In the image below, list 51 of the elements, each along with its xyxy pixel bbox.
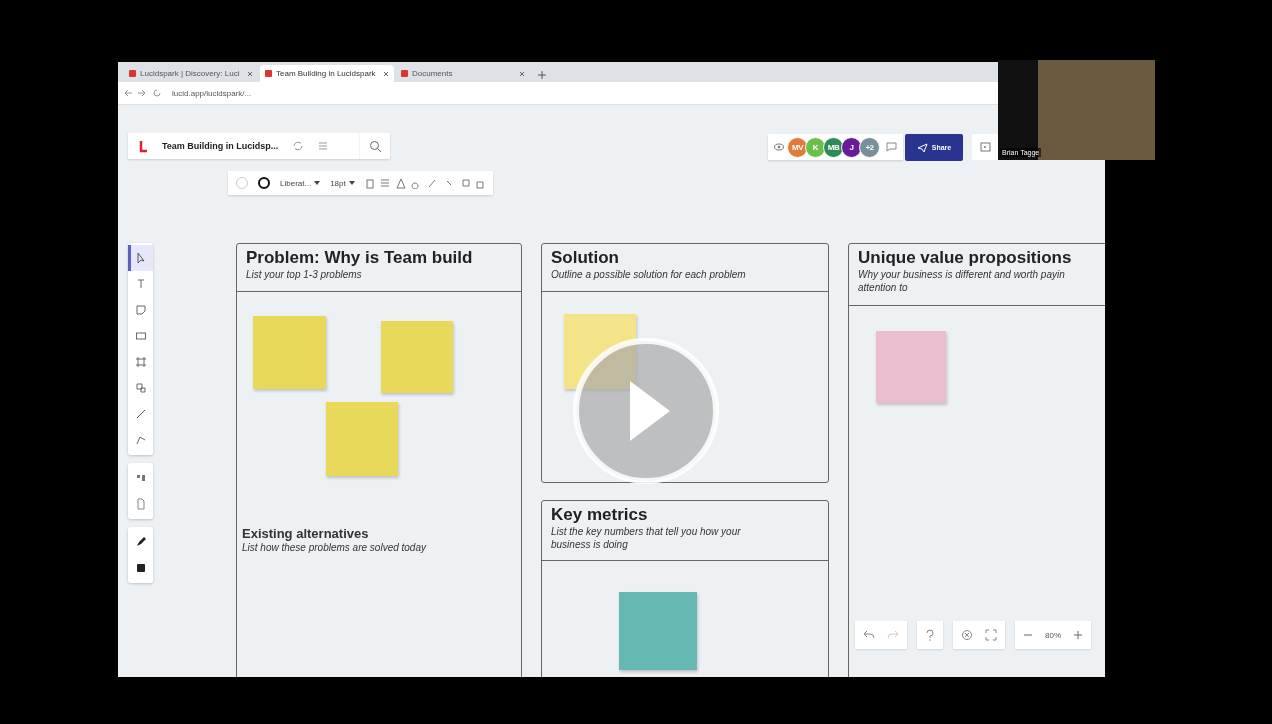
- frame-title: Key metrics: [551, 505, 649, 525]
- border-style-icon[interactable]: [258, 177, 270, 189]
- browser-tab[interactable]: Team Building in Lucidspark: [260, 65, 394, 82]
- formatting-icons-drawing[interactable]: [364, 177, 485, 189]
- send-icon: [916, 142, 928, 153]
- frame-subtitle: Why your business is different and worth payin: [858, 268, 1066, 281]
- close-icon[interactable]: [519, 70, 525, 77]
- help-icon: [925, 629, 935, 641]
- play-button-icon[interactable]: [572, 337, 720, 485]
- font-dropdown[interactable]: Liberat...: [280, 178, 321, 188]
- logo-icon: [138, 139, 148, 153]
- close-icon[interactable]: [383, 70, 389, 77]
- caret-icon: [314, 181, 321, 185]
- present-button[interactable]: [972, 134, 998, 160]
- frame-subtitle: List your top 1-3 problems: [246, 268, 363, 281]
- frame-title: Problem: Why is Team build: [246, 248, 474, 268]
- zoom-in-icon[interactable]: [1073, 630, 1083, 640]
- browser-tab[interactable]: Documents: [396, 65, 530, 82]
- browser-tab[interactable]: Lucidspark | Discovery: Luci: [124, 65, 258, 82]
- frame-subtitle: business is doing: [551, 538, 629, 551]
- font-size-dropdown[interactable]: 18pt: [330, 178, 355, 188]
- url-text[interactable]: lucid.app/lucidspark/...: [172, 88, 252, 98]
- frame-subtitle: attention to: [858, 281, 909, 294]
- frame-title: Unique value propositions: [858, 248, 1073, 268]
- frame-subtitle: List the key numbers that tell you how your: [551, 525, 742, 538]
- help-button[interactable]: [917, 621, 943, 649]
- navigation-icon[interactable]: [124, 88, 164, 98]
- section-title: Existing alternatives: [242, 526, 370, 541]
- redo-icon[interactable]: [887, 630, 899, 640]
- favicon-icon: [265, 70, 272, 77]
- document-title[interactable]: Team Building in Lucidsp...: [162, 141, 279, 151]
- favicon-icon: [129, 70, 136, 77]
- eye-icon[interactable]: [774, 143, 784, 151]
- section-subtitle: List how these problems are solved today: [242, 541, 426, 554]
- frame-subtitle: Outline a possible solution for each problem: [551, 268, 747, 281]
- avatar[interactable]: J: [841, 136, 862, 158]
- close-icon[interactable]: [247, 70, 253, 77]
- present-icon: [979, 142, 991, 152]
- menu-icon[interactable]: [318, 141, 329, 151]
- chat-icon[interactable]: [886, 142, 897, 152]
- sync-icon[interactable]: [292, 140, 305, 152]
- avatar[interactable]: MB: [823, 136, 844, 158]
- search-icon: [368, 139, 382, 153]
- search-button[interactable]: [360, 133, 390, 159]
- favicon-icon: [401, 70, 408, 77]
- pointer-tool-icon[interactable]: [128, 245, 153, 271]
- undo-icon[interactable]: [863, 630, 875, 640]
- caret-icon: [348, 181, 355, 185]
- zoom-level[interactable]: 80%: [1045, 630, 1061, 640]
- fullscreen-icon[interactable]: [985, 629, 997, 641]
- frame-title: Solution: [551, 248, 620, 268]
